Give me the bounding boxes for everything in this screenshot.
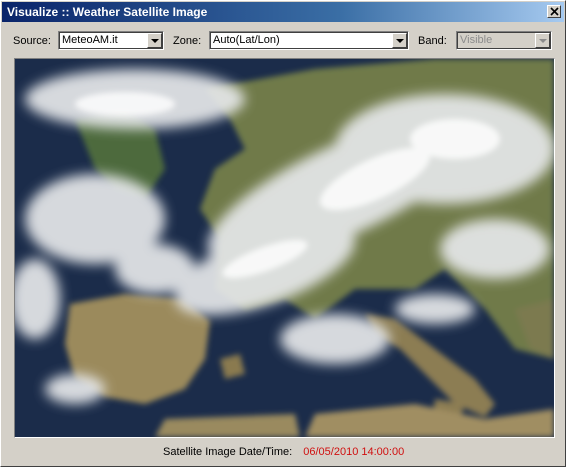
source-dropdown-arrow-icon[interactable]	[147, 33, 162, 48]
source-dropdown[interactable]: MeteoAM.it	[58, 31, 164, 50]
band-value: Visible	[460, 34, 493, 46]
status-label: Satellite Image Date/Time:	[163, 446, 293, 458]
band-dropdown-arrow-icon	[535, 33, 550, 48]
window-title: Visualize :: Weather Satellite Image	[7, 5, 208, 19]
satellite-image-graphic	[15, 59, 554, 437]
zone-dropdown-arrow-icon[interactable]	[392, 33, 407, 48]
zone-dropdown[interactable]: Auto(Lat/Lon)	[209, 31, 409, 50]
close-icon	[550, 7, 559, 16]
source-label: Source:	[13, 35, 51, 47]
title-bar[interactable]: Visualize :: Weather Satellite Image	[2, 2, 564, 22]
band-label: Band:	[418, 35, 447, 47]
weather-satellite-window: Visualize :: Weather Satellite Image Sou…	[0, 0, 566, 467]
source-value: MeteoAM.it	[62, 34, 118, 46]
satellite-image	[14, 58, 555, 438]
zone-label: Zone:	[173, 35, 202, 47]
status-datetime: 06/05/2010 14:00:00	[303, 446, 405, 458]
close-button[interactable]	[547, 5, 561, 18]
band-dropdown[interactable]: Visible	[456, 31, 552, 50]
zone-value: Auto(Lat/Lon)	[213, 34, 280, 46]
status-line: Satellite Image Date/Time: 06/05/2010 14…	[163, 446, 404, 458]
